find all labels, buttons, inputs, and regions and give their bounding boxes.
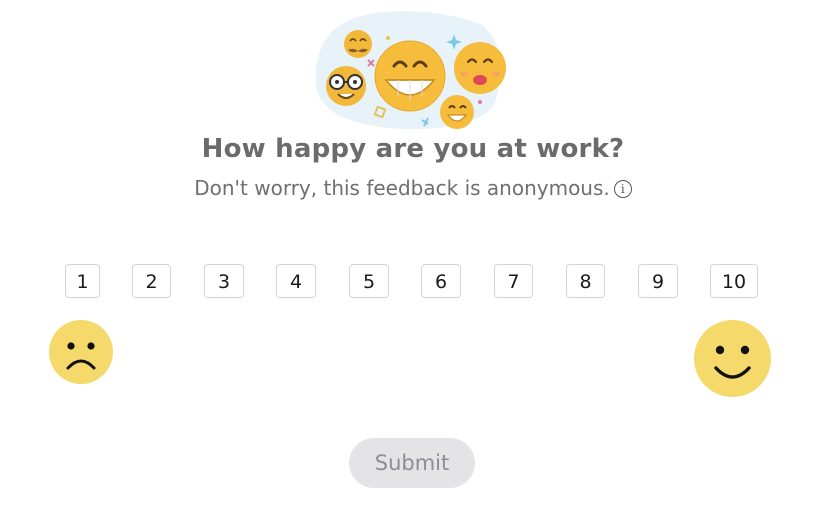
score-button-9[interactable]: 9 <box>638 264 678 298</box>
score-button-2[interactable]: 2 <box>132 264 171 298</box>
score-button-5[interactable]: 5 <box>349 264 389 298</box>
survey-question-title: How happy are you at work? <box>201 134 625 164</box>
score-button-10[interactable]: 10 <box>710 264 758 298</box>
score-button-8[interactable]: 8 <box>566 264 605 298</box>
anonymous-note: Don't worry, this feedback is anonymous. <box>194 176 610 200</box>
score-button-4[interactable]: 4 <box>276 264 316 298</box>
submit-button[interactable]: Submit <box>349 438 475 488</box>
score-button-7[interactable]: 7 <box>494 264 533 298</box>
score-button-6[interactable]: 6 <box>421 264 461 298</box>
survey-subtitle: Don't worry, this feedback is anonymous.… <box>0 176 826 200</box>
info-circle-icon[interactable]: i <box>613 180 632 198</box>
score-button-1[interactable]: 1 <box>65 264 100 298</box>
happy-emojis-illustration <box>310 8 510 134</box>
sad-face-icon <box>49 320 113 384</box>
smiley-face-icon <box>694 320 771 397</box>
score-button-3[interactable]: 3 <box>204 264 244 298</box>
